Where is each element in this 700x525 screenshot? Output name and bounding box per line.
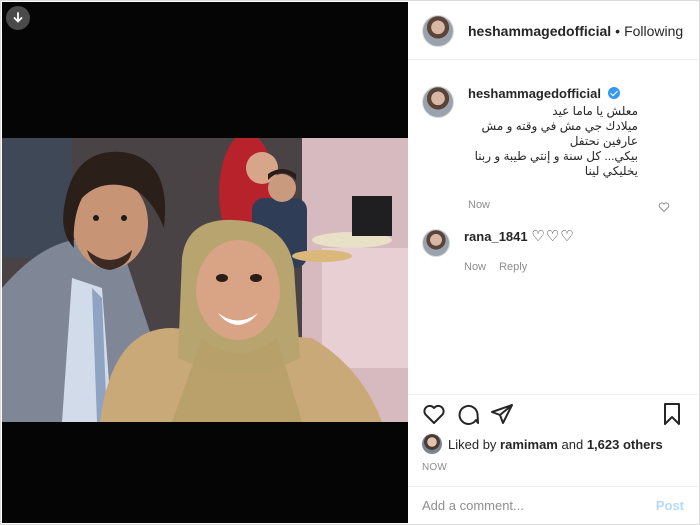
header-username[interactable]: heshammagedofficial xyxy=(468,23,611,39)
comment-username[interactable]: rana_1841 xyxy=(464,229,528,244)
post-timestamp: NOW xyxy=(422,462,448,473)
post-button[interactable]: Post xyxy=(656,498,684,513)
following-button[interactable]: Following xyxy=(624,23,683,39)
caption-row: heshammagedofficial معلش يا ماما عيد ميل… xyxy=(408,86,698,213)
verified-icon xyxy=(607,87,620,99)
caption-line: ميلادك جي مش في وقته و مش عارفين نحتفل xyxy=(481,119,638,148)
add-comment-bar: Add a comment... Post xyxy=(408,486,698,523)
liked-by-user[interactable]: ramimam xyxy=(500,437,558,452)
likes-middle: and xyxy=(561,436,584,452)
avatar[interactable] xyxy=(422,229,450,257)
divider xyxy=(408,394,698,395)
caption-text: معلش يا ماما عيد ميلادك جي مش في وقته و … xyxy=(468,104,638,179)
avatar[interactable] xyxy=(422,434,442,454)
likes-count[interactable]: 1,623 others xyxy=(587,437,663,452)
comment-icon[interactable] xyxy=(456,402,480,431)
download-icon[interactable] xyxy=(6,6,30,30)
media-panel xyxy=(2,2,408,523)
post-sidebar: heshammagedofficial • Following heshamma… xyxy=(408,2,698,523)
share-icon[interactable] xyxy=(490,402,514,431)
comment-input[interactable]: Add a comment... xyxy=(422,498,656,513)
comments-section: heshammagedofficial معلش يا ماما عيد ميل… xyxy=(408,72,698,392)
caption-line: بيكي... كل سنة و إنتي طيبة و ربنا يخليكي… xyxy=(474,149,638,178)
comment-text: ♡♡♡ xyxy=(531,228,575,245)
post-header: heshammagedofficial • Following xyxy=(408,2,698,60)
caption-line: معلش يا ماما عيد xyxy=(552,104,638,118)
bookmark-icon[interactable] xyxy=(660,402,684,431)
caption-username[interactable]: heshammagedofficial xyxy=(468,86,601,101)
comment-time: Now xyxy=(464,261,487,273)
avatar[interactable] xyxy=(422,86,454,118)
action-bar xyxy=(422,402,684,430)
heart-icon[interactable] xyxy=(658,200,670,218)
caption-time: Now xyxy=(468,199,491,211)
likes-prefix: Liked by xyxy=(448,436,497,452)
separator-dot: • xyxy=(615,22,621,39)
likes-line: Liked by ramimam and 1,623 others xyxy=(422,434,663,454)
post-photo xyxy=(2,138,408,422)
avatar[interactable] xyxy=(422,14,454,47)
comment-row: rana_1841 ♡♡♡ Now Reply xyxy=(408,229,698,275)
reply-button[interactable]: Reply xyxy=(499,261,527,273)
heart-icon[interactable] xyxy=(422,402,446,431)
